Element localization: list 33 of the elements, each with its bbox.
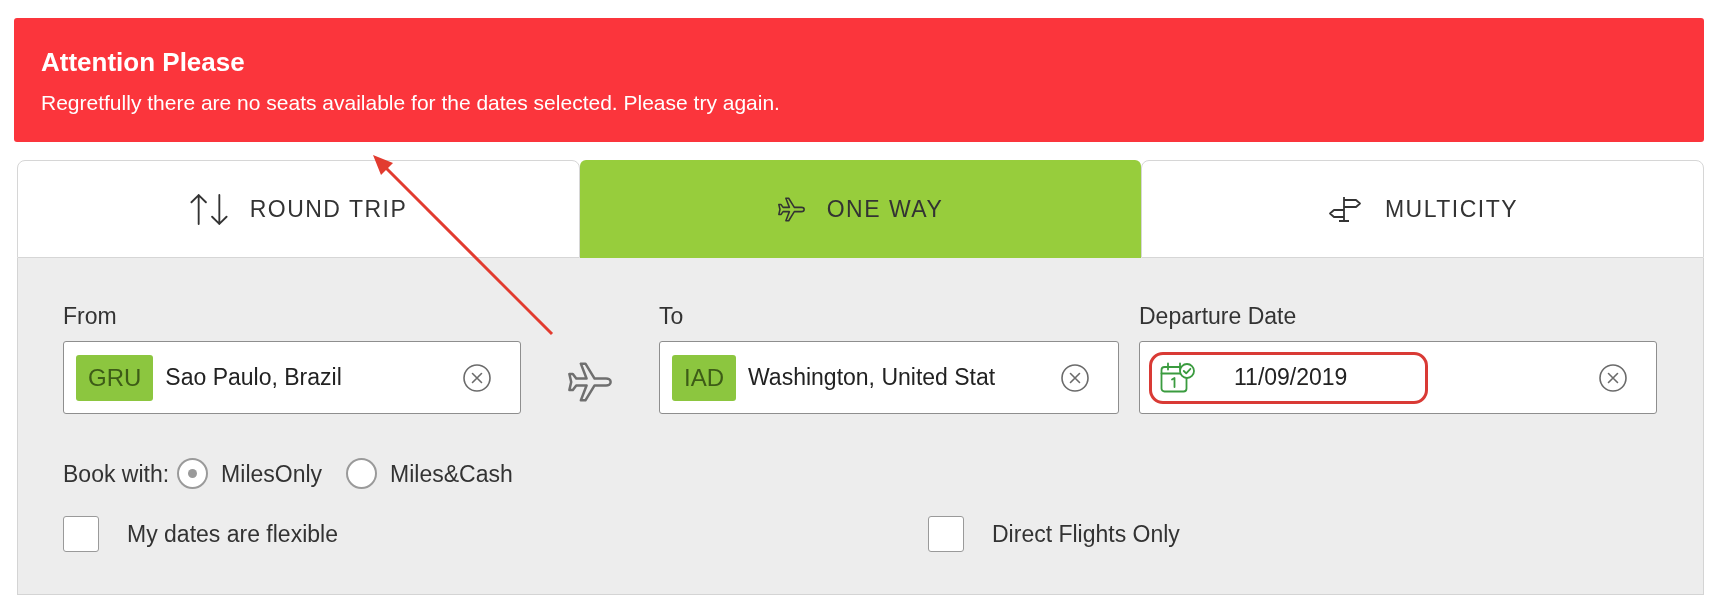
plane-icon — [777, 196, 805, 222]
destination-input[interactable]: IAD Washington, United Stat — [659, 341, 1119, 414]
checkbox[interactable] — [928, 516, 964, 552]
radio-label: MilesOnly — [221, 459, 323, 488]
radio-button[interactable] — [177, 458, 209, 489]
checkbox[interactable] — [63, 516, 99, 552]
clear-icon[interactable] — [463, 363, 491, 392]
calendar-check-icon[interactable] — [1160, 362, 1195, 393]
signpost-icon — [1326, 196, 1363, 222]
field-label: To — [659, 302, 684, 330]
up-down-arrows-icon — [189, 193, 228, 225]
trip-type-tab[interactable]: MULTICITY — [1141, 160, 1704, 258]
field-label: From — [63, 302, 117, 330]
origin-input[interactable]: GRU Sao Paulo, Brazil — [63, 341, 521, 414]
date-input[interactable]: 11/09/2019 — [1139, 341, 1657, 414]
airport-code-badge: GRU — [76, 354, 154, 401]
alert-title: Attention Please — [41, 47, 245, 77]
city-text: Washington, United Stat — [748, 363, 996, 393]
book-with-label: Book with: — [63, 459, 170, 488]
alert-message: Regretfully there are no seats available for the dates selected. Please try again. — [41, 90, 780, 116]
clear-icon[interactable] — [1599, 363, 1627, 392]
radio-button[interactable] — [346, 458, 378, 489]
radio-label: Miles&Cash — [390, 459, 513, 488]
city-text: Sao Paulo, Brazil — [165, 363, 342, 393]
date-text: 11/09/2019 — [1234, 363, 1348, 393]
checkbox-label: Direct Flights Only — [992, 520, 1180, 548]
airport-code-badge: IAD — [672, 354, 736, 401]
trip-type-tab[interactable]: ROUND TRIP — [17, 160, 580, 258]
trip-type-tab[interactable]: ONE WAY — [580, 160, 1141, 258]
checkbox-label: My dates are flexible — [127, 520, 338, 548]
plane-icon — [568, 362, 612, 402]
field-label: Departure Date — [1139, 302, 1297, 330]
clear-icon[interactable] — [1061, 363, 1089, 392]
